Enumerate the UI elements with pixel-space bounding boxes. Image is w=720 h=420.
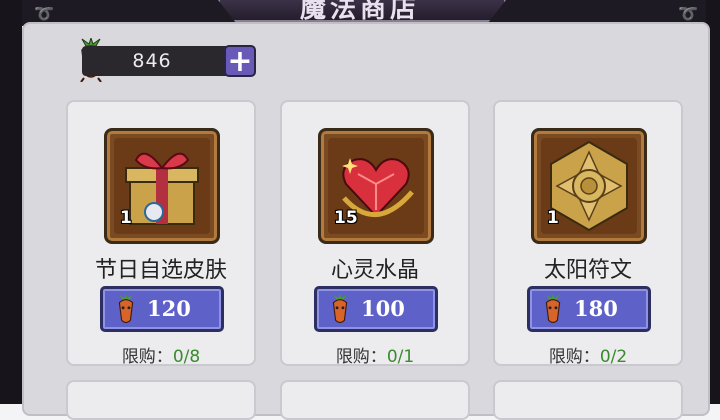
currency-amount: 846: [132, 50, 172, 72]
shop-item-card[interactable]: [280, 380, 470, 420]
purchase-limit: 限购：0/1: [335, 347, 415, 367]
carrot-icon: [118, 293, 134, 324]
corner-ornament-icon: ➰: [34, 4, 54, 23]
left-frame: [0, 0, 22, 404]
corner-ornament-icon: ➰: [678, 4, 698, 23]
buy-button[interactable]: 120: [100, 286, 224, 332]
shop-item-card[interactable]: 1 太阳符文 180 限购：0/2: [493, 100, 683, 367]
item-quantity: 1: [547, 208, 559, 228]
item-name: 太阳符文: [543, 258, 632, 283]
shop-item-card[interactable]: [493, 380, 683, 420]
shop-item-card[interactable]: 1 节日自选皮肤 120 限购：0/8: [66, 100, 256, 367]
buy-button[interactable]: 180: [527, 286, 651, 332]
item-icon-frame: 15: [318, 128, 434, 244]
item-name: 心灵水晶: [330, 258, 419, 283]
purchase-limit: 限购：0/2: [548, 347, 628, 367]
item-quantity: 15: [334, 208, 358, 228]
limit-count: 0/2: [599, 347, 628, 367]
purchase-limit: 限购：0/8: [121, 347, 201, 367]
shop-item-card[interactable]: [66, 380, 256, 420]
add-currency-button[interactable]: +: [224, 45, 256, 77]
carrot-icon: [332, 293, 348, 324]
limit-count: 0/8: [172, 347, 201, 367]
limit-count: 0/1: [386, 347, 415, 367]
item-price: 100: [361, 296, 405, 321]
item-price: 180: [574, 296, 618, 321]
item-name: 节日自选皮肤: [94, 258, 227, 283]
item-icon-frame: 1: [531, 128, 647, 244]
buy-button[interactable]: 100: [314, 286, 438, 332]
carrot-icon: [545, 293, 561, 324]
item-icon-frame: 1: [104, 128, 220, 244]
plus-icon: +: [227, 44, 253, 79]
shop-item-card[interactable]: 15 心灵水晶 100 限购：0/1: [280, 100, 470, 367]
item-quantity: 1: [120, 208, 132, 228]
item-price: 120: [147, 296, 191, 321]
